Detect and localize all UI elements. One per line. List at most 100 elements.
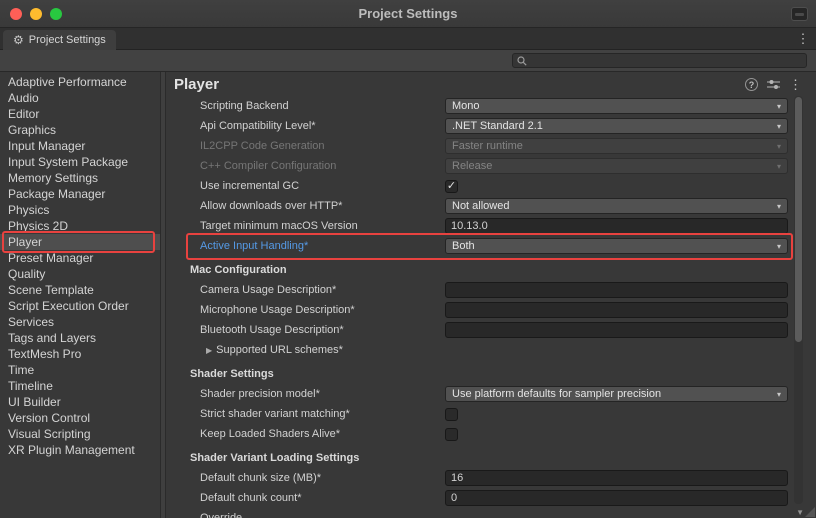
setting-label-wrap: Override [200, 512, 445, 518]
sidebar-item-physics-2d[interactable]: Physics 2D [0, 218, 160, 234]
setting-label: Active Input Handling* [200, 240, 308, 252]
foldout-arrow-icon[interactable]: ▶ [206, 346, 212, 355]
sidebar-item-label: Visual Scripting [8, 427, 91, 441]
setting-label-wrap: Keep Loaded Shaders Alive* [200, 428, 445, 440]
keep-loaded-shaders-alive-checkbox[interactable] [445, 428, 458, 441]
il2cpp-code-generation-dropdown: Faster runtime▾ [445, 138, 788, 154]
checkmark-icon: ✓ [447, 181, 456, 192]
sidebar-item-label: Quality [8, 267, 45, 281]
dropdown-value: Release [452, 160, 773, 172]
traffic-lights [10, 0, 62, 27]
sidebar-item-input-manager[interactable]: Input Manager [0, 138, 160, 154]
main-header: Player ? ⋮ [166, 72, 816, 94]
default-chunk-size-mb-field[interactable]: 16 [445, 470, 788, 486]
sidebar-item-input-system-package[interactable]: Input System Package [0, 154, 160, 170]
sidebar-item-editor[interactable]: Editor [0, 106, 160, 122]
strict-shader-variant-matching-checkbox[interactable] [445, 408, 458, 421]
sidebar-item-time[interactable]: Time [0, 362, 160, 378]
help-icon[interactable]: ? [745, 78, 758, 91]
sidebar-item-label: Scene Template [8, 283, 94, 297]
gear-icon: ⚙ [13, 34, 24, 46]
sidebar-item-audio[interactable]: Audio [0, 90, 160, 106]
setting-label: Supported URL schemes* [216, 344, 343, 356]
scrollbar-thumb[interactable] [795, 97, 802, 342]
sidebar-item-label: Graphics [8, 123, 56, 137]
setting-row-keep-loaded-shaders-alive: Keep Loaded Shaders Alive* [166, 424, 816, 444]
target-minimum-macos-version-field[interactable]: 10.13.0 [445, 218, 788, 234]
sidebar-item-visual-scripting[interactable]: Visual Scripting [0, 426, 160, 442]
sidebar-item-package-manager[interactable]: Package Manager [0, 186, 160, 202]
sidebar-item-label: Input System Package [8, 155, 128, 169]
sidebar-item-memory-settings[interactable]: Memory Settings [0, 170, 160, 186]
default-chunk-count-field[interactable]: 0 [445, 490, 788, 506]
sidebar-item-script-execution-order[interactable]: Script Execution Order [0, 298, 160, 314]
sidebar-item-graphics[interactable]: Graphics [0, 122, 160, 138]
sidebar-item-preset-manager[interactable]: Preset Manager [0, 250, 160, 266]
search-field[interactable] [512, 53, 807, 68]
resize-grip[interactable] [805, 507, 815, 517]
setting-label-wrap: Use incremental GC [200, 180, 445, 192]
camera-usage-description-field[interactable] [445, 282, 788, 298]
sidebar-item-xr-plugin-management[interactable]: XR Plugin Management [0, 442, 160, 458]
main-more-icon[interactable]: ⋮ [789, 77, 802, 93]
setting-row-bluetooth-usage-description: Bluetooth Usage Description* [166, 320, 816, 340]
sidebar-item-tags-and-layers[interactable]: Tags and Layers [0, 330, 160, 346]
sidebar-item-label: Script Execution Order [8, 299, 129, 313]
search-input[interactable] [531, 55, 802, 67]
setting-row-il2cpp-code-generation: IL2CPP Code Generation Faster runtime▾ [166, 136, 816, 156]
zoom-button[interactable] [50, 8, 62, 20]
setting-label: IL2CPP Code Generation [200, 140, 325, 152]
sidebar-item-quality[interactable]: Quality [0, 266, 160, 282]
scripting-backend-dropdown[interactable]: Mono▾ [445, 98, 788, 114]
titlebar-action-icon[interactable] [791, 7, 808, 21]
setting-row-api-compatibility-level: Api Compatibility Level*.NET Standard 2.… [166, 116, 816, 136]
minimize-button[interactable] [30, 8, 42, 20]
setting-row-c-compiler-configuration: C++ Compiler ConfigurationRelease▾ [166, 156, 816, 176]
sidebar-item-version-control[interactable]: Version Control [0, 410, 160, 426]
close-button[interactable] [10, 8, 22, 20]
section-label: Shader Variant Loading Settings [190, 452, 359, 464]
setting-row-default-chunk-count: Default chunk count* 0 [166, 488, 816, 508]
setting-label: Default chunk count* [200, 492, 302, 504]
sidebar-item-services[interactable]: Services [0, 314, 160, 330]
dropdown-value: Faster runtime [452, 140, 773, 152]
api-compatibility-level-dropdown[interactable]: .NET Standard 2.1▾ [445, 118, 788, 134]
sidebar-item-label: Services [8, 315, 54, 329]
sidebar-item-timeline[interactable]: Timeline [0, 378, 160, 394]
microphone-usage-description-field[interactable] [445, 302, 788, 318]
tab-more-icon[interactable]: ⋮ [796, 31, 810, 47]
use-incremental-gc-checkbox[interactable]: ✓ [445, 180, 458, 193]
sidebar-item-textmesh-pro[interactable]: TextMesh Pro [0, 346, 160, 362]
page-title: Player [174, 76, 745, 93]
section-header-mac-configuration: Mac Configuration [166, 256, 816, 280]
sidebar-item-label: Package Manager [8, 187, 105, 201]
scroll-down-icon[interactable]: ▼ [796, 509, 804, 517]
chevron-down-icon: ▾ [777, 102, 781, 111]
active-input-handling-dropdown[interactable]: Both▾ [445, 238, 788, 254]
sidebar-item-ui-builder[interactable]: UI Builder [0, 394, 160, 410]
setting-row-camera-usage-description: Camera Usage Description* [166, 280, 816, 300]
tab-project-settings[interactable]: ⚙ Project Settings [3, 30, 116, 50]
setting-label: Default chunk size (MB)* [200, 472, 321, 484]
presets-icon[interactable] [767, 79, 780, 90]
setting-row-active-input-handling: Active Input Handling* Both▾ [166, 236, 816, 256]
sidebar-item-player[interactable]: Player [0, 234, 160, 250]
sidebar-item-adaptive-performance[interactable]: Adaptive Performance [0, 74, 160, 90]
sidebar-item-label: Version Control [8, 411, 90, 425]
setting-label-wrap: Bluetooth Usage Description* [200, 324, 445, 336]
bluetooth-usage-description-field[interactable] [445, 322, 788, 338]
setting-row-allow-downloads-over-http: Allow downloads over HTTP*Not allowed▾ [166, 196, 816, 216]
vertical-scrollbar[interactable] [794, 96, 803, 504]
settings-rows: Scripting BackendMono▾Api Compatibility … [166, 94, 816, 518]
checkbox-wrap [445, 408, 788, 421]
allow-downloads-over-http-dropdown[interactable]: Not allowed▾ [445, 198, 788, 214]
setting-label-wrap: Api Compatibility Level* [200, 120, 445, 132]
sidebar-item-scene-template[interactable]: Scene Template [0, 282, 160, 298]
chevron-down-icon: ▾ [777, 390, 781, 399]
sidebar-item-label: Player [8, 235, 42, 249]
setting-row-microphone-usage-description: Microphone Usage Description* [166, 300, 816, 320]
setting-label: Strict shader variant matching* [200, 408, 350, 420]
shader-precision-model-dropdown[interactable]: Use platform defaults for sampler precis… [445, 386, 788, 402]
sidebar-item-label: Memory Settings [8, 171, 98, 185]
sidebar-item-physics[interactable]: Physics [0, 202, 160, 218]
